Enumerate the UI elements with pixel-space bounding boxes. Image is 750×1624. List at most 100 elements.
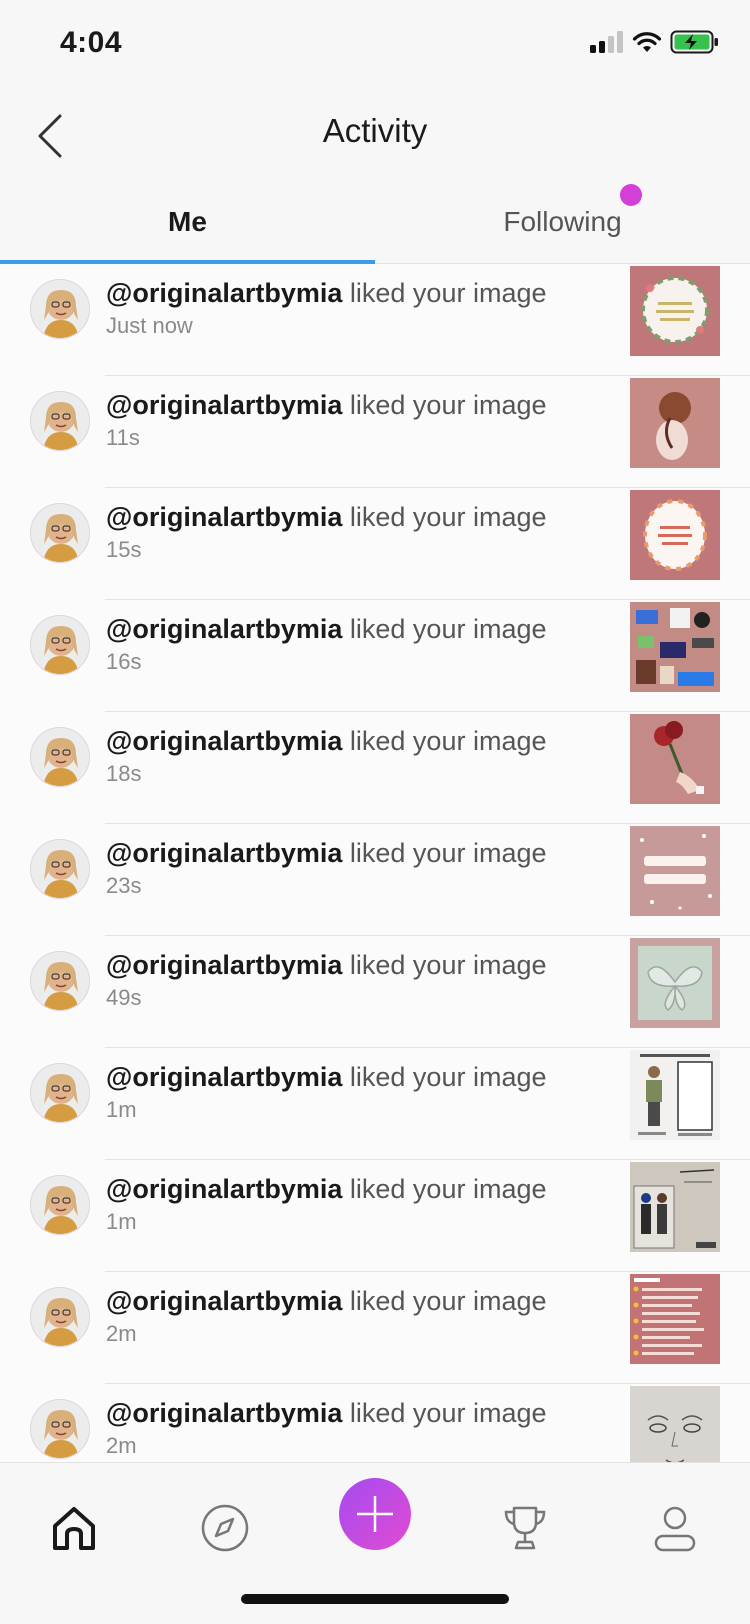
activity-time: 11s	[106, 425, 140, 450]
post-thumbnail[interactable]	[630, 1274, 720, 1364]
activity-action: liked your image	[349, 1286, 547, 1316]
post-thumbnail[interactable]	[630, 266, 720, 356]
avatar[interactable]	[30, 1063, 90, 1123]
activity-action: liked your image	[349, 1398, 547, 1428]
home-tab[interactable]	[39, 1493, 109, 1563]
home-indicator	[241, 1594, 509, 1604]
challenges-tab[interactable]	[490, 1493, 560, 1563]
notification-dot	[620, 184, 642, 206]
tab-me[interactable]: Me	[0, 180, 375, 263]
avatar[interactable]	[30, 1175, 90, 1235]
activity-time: 1m	[106, 1097, 137, 1122]
activity-text: @originalartbymia liked your image 1m	[106, 1174, 547, 1235]
activity-row[interactable]: @originalartbymia liked your image Just …	[0, 264, 750, 376]
activity-row[interactable]: @originalartbymia liked your image 49s	[0, 936, 750, 1048]
activity-time: 49s	[106, 985, 142, 1010]
username-link[interactable]: @originalartbymia	[106, 950, 342, 980]
username-link[interactable]: @originalartbymia	[106, 1286, 342, 1316]
activity-time: Just now	[106, 313, 193, 338]
tab-me-label: Me	[168, 205, 207, 237]
activity-action: liked your image	[349, 838, 547, 868]
avatar[interactable]	[30, 1287, 90, 1347]
post-thumbnail[interactable]	[630, 1162, 720, 1252]
avatar[interactable]	[30, 951, 90, 1011]
activity-action: liked your image	[349, 614, 547, 644]
activity-time: 16s	[106, 649, 142, 674]
activity-text: @originalartbymia liked your image 18s	[106, 726, 547, 787]
profile-icon	[654, 1506, 696, 1552]
username-link[interactable]: @originalartbymia	[106, 390, 342, 420]
tab-following[interactable]: Following	[375, 180, 750, 263]
avatar[interactable]	[30, 1399, 90, 1459]
status-icons	[590, 30, 720, 54]
compass-icon	[201, 1504, 249, 1552]
username-link[interactable]: @originalartbymia	[106, 614, 342, 644]
home-icon	[53, 1507, 95, 1550]
post-thumbnail[interactable]	[630, 602, 720, 692]
activity-action: liked your image	[349, 502, 547, 532]
explore-tab[interactable]	[190, 1493, 260, 1563]
activity-tabs: Me Following	[0, 180, 750, 264]
wifi-icon	[632, 32, 662, 52]
avatar[interactable]	[30, 391, 90, 451]
post-thumbnail[interactable]	[630, 1386, 720, 1462]
activity-text: @originalartbymia liked your image 2m	[106, 1398, 547, 1459]
activity-action: liked your image	[349, 390, 547, 420]
avatar[interactable]	[30, 839, 90, 899]
activity-row[interactable]: @originalartbymia liked your image 1m	[0, 1048, 750, 1160]
trophy-icon	[504, 1506, 546, 1550]
activity-action: liked your image	[349, 950, 547, 980]
username-link[interactable]: @originalartbymia	[106, 838, 342, 868]
activity-text: @originalartbymia liked your image Just …	[106, 278, 547, 339]
cellular-signal-icon	[590, 31, 623, 53]
activity-text: @originalartbymia liked your image 2m	[106, 1286, 547, 1347]
activity-row[interactable]: @originalartbymia liked your image 11s	[0, 376, 750, 488]
avatar[interactable]	[30, 615, 90, 675]
activity-action: liked your image	[349, 726, 547, 756]
avatar[interactable]	[30, 279, 90, 339]
activity-time: 1m	[106, 1209, 137, 1234]
activity-row[interactable]: @originalartbymia liked your image 15s	[0, 488, 750, 600]
post-thumbnail[interactable]	[630, 490, 720, 580]
username-link[interactable]: @originalartbymia	[106, 278, 342, 308]
activity-row[interactable]: @originalartbymia liked your image 2m	[0, 1272, 750, 1384]
avatar[interactable]	[30, 727, 90, 787]
post-thumbnail[interactable]	[630, 826, 720, 916]
activity-action: liked your image	[349, 278, 547, 308]
create-post-button[interactable]	[339, 1478, 411, 1550]
username-link[interactable]: @originalartbymia	[106, 726, 342, 756]
activity-time: 23s	[106, 873, 142, 898]
username-link[interactable]: @originalartbymia	[106, 502, 342, 532]
page-title: Activity	[322, 112, 428, 149]
activity-row[interactable]: @originalartbymia liked your image 23s	[0, 824, 750, 936]
post-thumbnail[interactable]	[630, 938, 720, 1028]
activity-time: 2m	[106, 1321, 137, 1346]
status-time: 4:04	[60, 26, 123, 59]
activity-time: 18s	[106, 761, 142, 786]
tab-following-label: Following	[503, 205, 622, 237]
activity-text: @originalartbymia liked your image 16s	[106, 614, 547, 675]
activity-row[interactable]: @originalartbymia liked your image 2m	[0, 1384, 750, 1462]
username-link[interactable]: @originalartbymia	[106, 1062, 342, 1092]
activity-text: @originalartbymia liked your image 1m	[106, 1062, 547, 1123]
activity-row[interactable]: @originalartbymia liked your image 16s	[0, 600, 750, 712]
post-thumbnail[interactable]	[630, 1050, 720, 1140]
activity-action: liked your image	[349, 1174, 547, 1204]
post-thumbnail[interactable]	[630, 378, 720, 468]
activity-list: @originalartbymia liked your image Just …	[0, 264, 750, 1462]
activity-text: @originalartbymia liked your image 23s	[106, 838, 547, 899]
username-link[interactable]: @originalartbymia	[106, 1174, 342, 1204]
activity-text: @originalartbymia liked your image 11s	[106, 390, 547, 451]
activity-time: 2m	[106, 1433, 137, 1458]
profile-tab[interactable]	[640, 1493, 710, 1563]
activity-action: liked your image	[349, 1062, 547, 1092]
activity-time: 15s	[106, 537, 142, 562]
activity-row[interactable]: @originalartbymia liked your image 1m	[0, 1160, 750, 1272]
avatar[interactable]	[30, 503, 90, 563]
activity-row[interactable]: @originalartbymia liked your image 18s	[0, 712, 750, 824]
activity-text: @originalartbymia liked your image 15s	[106, 502, 547, 563]
post-thumbnail[interactable]	[630, 714, 720, 804]
username-link[interactable]: @originalartbymia	[106, 1398, 342, 1428]
plus-icon	[357, 1496, 393, 1532]
navigation-bar: Activity	[0, 90, 750, 180]
